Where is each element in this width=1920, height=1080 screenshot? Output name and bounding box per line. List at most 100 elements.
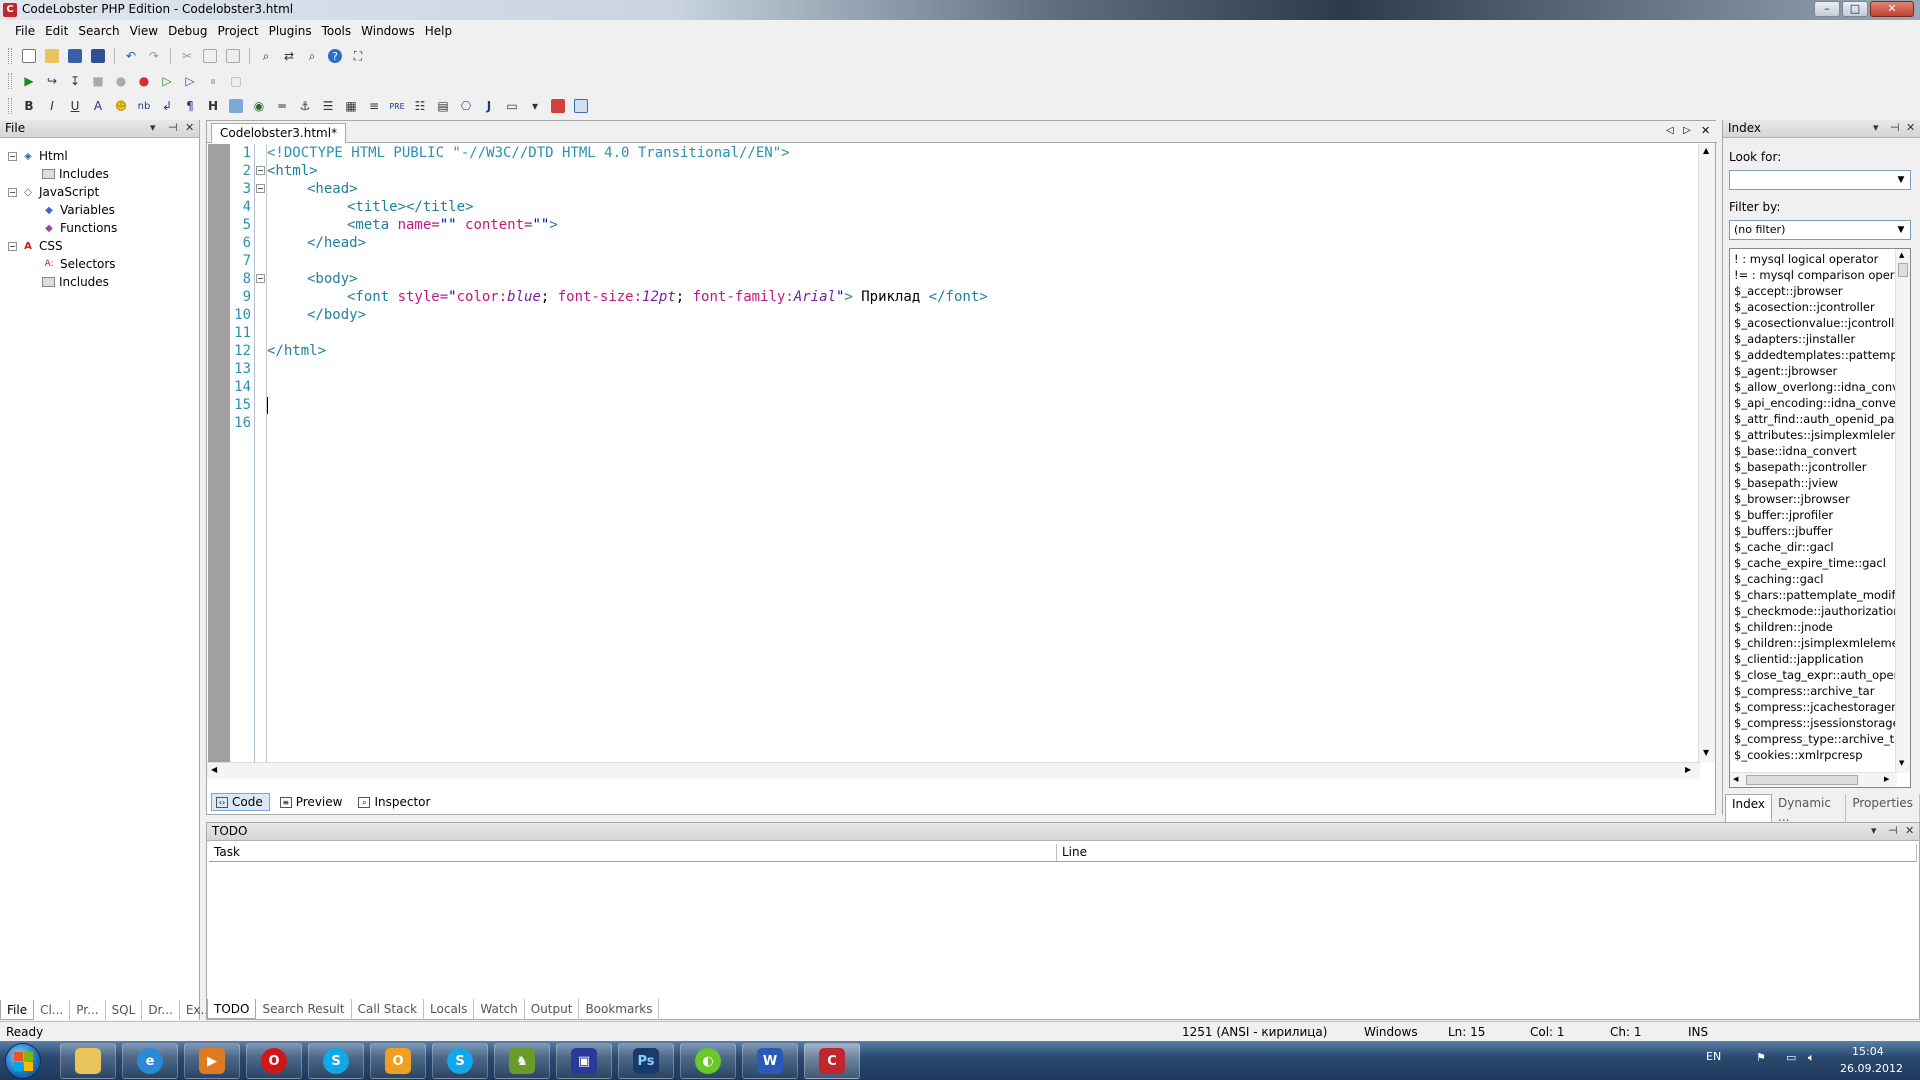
column-header-task[interactable]: Task [209, 844, 1057, 862]
select-button[interactable]: ▾ [525, 96, 545, 116]
taskbar-word[interactable]: W [742, 1043, 798, 1079]
chevron-down-icon[interactable]: ▼ [1894, 173, 1908, 187]
index-list-item[interactable]: $_buffers::jbuffer [1734, 523, 1833, 539]
tree-item-html[interactable]: − ◈ Html [8, 147, 68, 165]
breakpoint-gutter[interactable] [208, 144, 230, 762]
tab-file[interactable]: File [0, 1000, 35, 1020]
panel-menu-icon[interactable]: ▾ [1873, 121, 1879, 134]
table-button[interactable]: ▦ [341, 96, 361, 116]
tab-code[interactable]: ‹› Code [211, 793, 270, 811]
minimize-button[interactable]: – [1814, 1, 1840, 17]
css-button[interactable]: ⎔ [456, 96, 476, 116]
close-button[interactable]: ✕ [1870, 1, 1914, 17]
scroll-up-icon[interactable]: ▲ [1899, 251, 1904, 259]
scroll-left-icon[interactable]: ◀ [1733, 775, 1738, 783]
index-vertical-scrollbar[interactable]: ▲ ▼ [1895, 249, 1910, 773]
tab-preview[interactable]: ≡ Preview [276, 793, 349, 811]
taskbar-internet-explorer[interactable]: e [122, 1043, 178, 1079]
menu-view[interactable]: View [125, 21, 163, 41]
index-list-item[interactable]: $_browser::jbrowser [1734, 491, 1850, 507]
tab-scroll-right-icon[interactable]: ▷ [1683, 125, 1691, 136]
tab-locals[interactable]: Locals [424, 999, 475, 1019]
heading-button[interactable]: H [203, 96, 223, 116]
status-encoding[interactable]: 1251 (ANSI - кирилица) [1182, 1025, 1327, 1039]
index-list-item[interactable]: $_acosectionvalue::jcontroller [1734, 315, 1906, 331]
scroll-down-icon[interactable]: ▼ [1899, 759, 1904, 767]
fullscreen-button[interactable]: ⛶ [348, 46, 368, 66]
collapse-icon[interactable]: − [8, 187, 17, 197]
menu-file[interactable]: File [10, 21, 40, 41]
tree-item-html-includes[interactable]: Includes [42, 165, 109, 183]
index-list-item[interactable]: $_addedtemplates::pattemplat [1734, 347, 1910, 363]
taskbar-browser[interactable]: ◐ [680, 1043, 736, 1079]
index-list-item[interactable]: $_basepath::jview [1734, 475, 1838, 491]
taskbar-opera[interactable]: O [246, 1043, 302, 1079]
index-list-item[interactable]: $_cache_expire_time::gacl [1734, 555, 1886, 571]
menu-tools[interactable]: Tools [317, 21, 357, 41]
run-button[interactable]: ▶ [19, 71, 39, 91]
tab-watch[interactable]: Watch [474, 999, 525, 1019]
filter-by-select[interactable]: (no filter) ▼ [1729, 220, 1911, 240]
run-to-cursor-button[interactable]: ▷ [180, 71, 200, 91]
find-button[interactable]: ⌕ [256, 46, 276, 66]
pin-icon[interactable]: ⊣ [1888, 824, 1898, 837]
scroll-right-icon[interactable]: ▶ [1685, 765, 1691, 774]
scroll-left-icon[interactable]: ◀ [211, 765, 217, 774]
maximize-button[interactable]: □ [1842, 1, 1868, 17]
image-button[interactable] [226, 96, 246, 116]
index-list-item[interactable]: $_cookies::xmlrpcresp [1734, 747, 1863, 763]
clock-date[interactable]: 26.09.2012 [1840, 1062, 1903, 1075]
paste-button[interactable] [223, 46, 243, 66]
undo-button[interactable]: ↶ [121, 46, 141, 66]
cut-button[interactable]: ✂ [177, 46, 197, 66]
tab-drivers[interactable]: Dr... [142, 1000, 180, 1020]
index-list-item[interactable]: $_cache_dir::gacl [1734, 539, 1834, 555]
scroll-thumb[interactable] [1898, 263, 1908, 277]
index-list-item[interactable]: $_clientid::japplication [1734, 651, 1864, 667]
volume-icon[interactable]: 🔈︎ [1808, 1051, 1815, 1065]
tree-item-functions[interactable]: ◆ Functions [42, 219, 117, 237]
pin-icon[interactable]: ⊣ [1890, 121, 1900, 134]
hr-button[interactable]: ═ [272, 96, 292, 116]
tab-bookmarks[interactable]: Bookmarks [579, 999, 660, 1019]
index-list-item[interactable]: $_children::jnode [1734, 619, 1833, 635]
stop-debug-button[interactable]: □ [226, 71, 246, 91]
link-button[interactable]: ◉ [249, 96, 269, 116]
italic-button[interactable]: I [42, 96, 62, 116]
clock-time[interactable]: 15:04 [1852, 1045, 1884, 1058]
editor-vertical-scrollbar[interactable]: ▲ ▼ [1698, 144, 1715, 762]
tree-item-css[interactable]: − A CSS [8, 237, 63, 255]
nobreak-button[interactable]: nb [134, 96, 154, 116]
tab-inspector[interactable]: ⌕ Inspector [354, 793, 436, 811]
network-icon[interactable]: ▭ [1786, 1051, 1796, 1064]
list-button[interactable]: ☰ [318, 96, 338, 116]
font-button[interactable]: A [88, 96, 108, 116]
align-button[interactable]: ≡ [364, 96, 384, 116]
tab-classes[interactable]: Cl... [34, 1000, 71, 1020]
help-button[interactable]: ? [325, 46, 345, 66]
save-button[interactable] [65, 46, 85, 66]
pin-icon[interactable]: ⊣ [168, 121, 178, 134]
index-list-item[interactable]: $_compress::archive_tar [1734, 683, 1874, 699]
toolbar-grip[interactable] [8, 73, 12, 89]
color-button[interactable]: ☻ [111, 96, 131, 116]
scroll-down-icon[interactable]: ▼ [1703, 748, 1709, 757]
flag-icon[interactable]: ⚑ [1756, 1051, 1766, 1064]
form-button[interactable]: ▤ [433, 96, 453, 116]
status-line-ending[interactable]: Windows [1364, 1025, 1418, 1039]
continue-button[interactable]: ▷ [157, 71, 177, 91]
index-list-item[interactable]: $_compress_type::archive_tar [1734, 731, 1906, 747]
index-list-item[interactable]: $_children::jsimplexmlelement [1734, 635, 1910, 651]
index-list-item[interactable]: $_agent::jbrowser [1734, 363, 1837, 379]
panel-menu-icon[interactable]: ▾ [150, 121, 156, 134]
tab-sql[interactable]: SQL [106, 1000, 143, 1020]
fold-toggle-icon[interactable]: − [256, 274, 265, 283]
start-button[interactable] [5, 1043, 41, 1079]
look-for-input[interactable]: ▼ [1729, 170, 1911, 190]
index-list-item[interactable]: $_acosection::jcontroller [1734, 299, 1875, 315]
panel-close-icon[interactable]: ✕ [1905, 824, 1914, 837]
replace-button[interactable]: ⇄ [279, 46, 299, 66]
tree-item-variables[interactable]: ◆ Variables [42, 201, 115, 219]
bold-button[interactable]: B [19, 96, 39, 116]
open-file-button[interactable] [42, 46, 62, 66]
